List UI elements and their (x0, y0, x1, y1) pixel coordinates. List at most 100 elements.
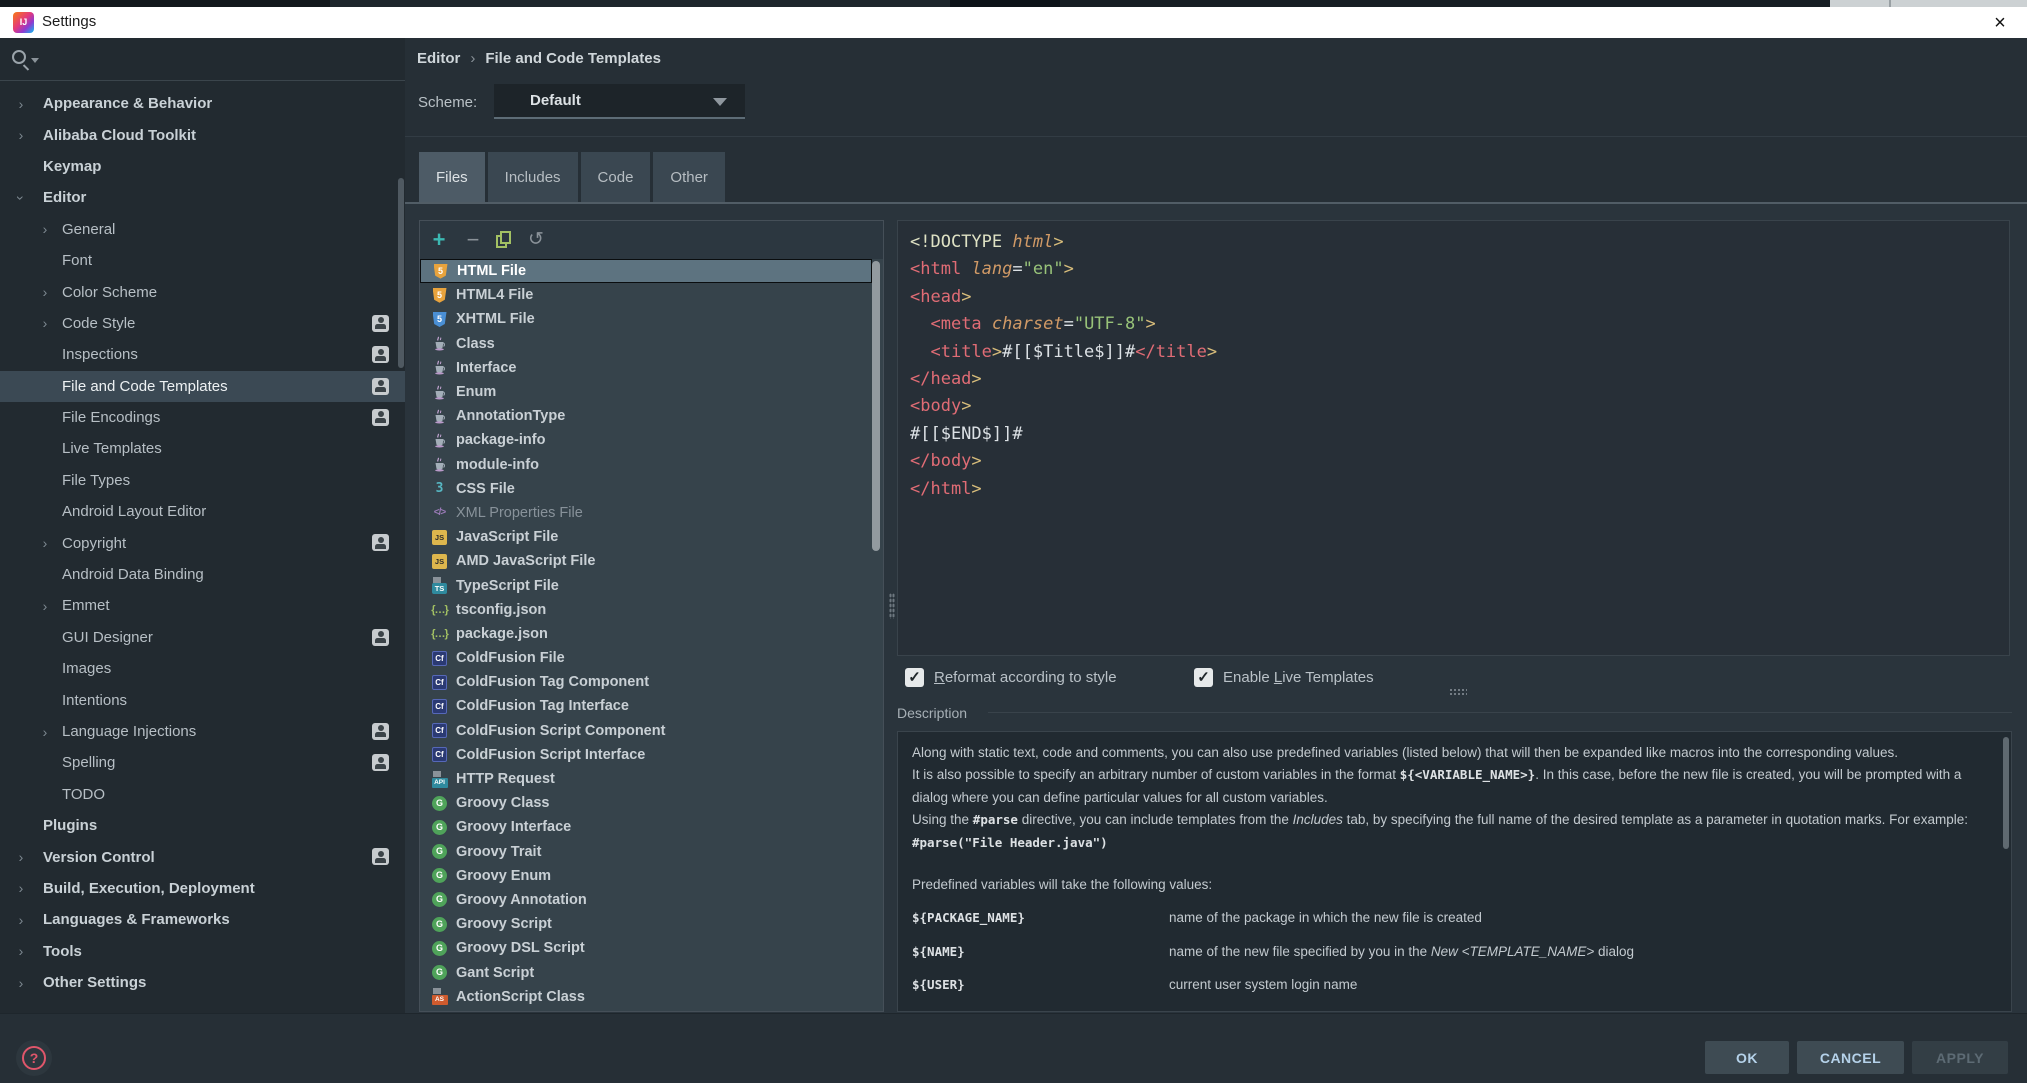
sidebar-item[interactable]: Font (0, 245, 405, 276)
remove-template-icon[interactable]: − (460, 227, 486, 253)
chevron-collapsed-icon[interactable]: › (38, 315, 52, 331)
sidebar-item[interactable]: Intentions (0, 684, 405, 715)
sidebar-item[interactable]: ›Version Control (0, 841, 405, 872)
reformat-label[interactable]: Reformat according to style (934, 669, 1117, 686)
template-item[interactable]: 5XHTML File (420, 307, 883, 331)
sidebar-item[interactable]: ›Build, Execution, Deployment (0, 873, 405, 904)
chevron-collapsed-icon[interactable]: › (14, 975, 28, 991)
sidebar-item[interactable]: ›Color Scheme (0, 276, 405, 307)
sidebar-item[interactable]: ›General (0, 214, 405, 245)
sidebar-item[interactable]: Images (0, 653, 405, 684)
template-item[interactable]: GGroovy Interface (420, 815, 883, 839)
reformat-checkbox[interactable]: ✓ (905, 668, 924, 687)
template-item[interactable]: Class (420, 332, 883, 356)
ok-button[interactable]: OK (1705, 1041, 1789, 1074)
chevron-collapsed-icon[interactable]: › (38, 724, 52, 740)
template-item[interactable]: Interface (420, 356, 883, 380)
sidebar-item[interactable]: Spelling (0, 747, 405, 778)
template-item[interactable]: CfColdFusion Tag Interface (420, 694, 883, 718)
chevron-collapsed-icon[interactable]: › (38, 598, 52, 614)
sidebar-item[interactable]: Plugins (0, 810, 405, 841)
template-item[interactable]: module-info (420, 453, 883, 477)
close-icon[interactable]: × (1987, 10, 2013, 36)
sidebar-item[interactable]: GUI Designer (0, 622, 405, 653)
chevron-collapsed-icon[interactable]: › (14, 127, 28, 143)
sidebar-item[interactable]: ›Emmet (0, 590, 405, 621)
template-item[interactable]: 5HTML File (420, 259, 872, 283)
tab-files[interactable]: Files (419, 152, 485, 202)
sidebar-item[interactable]: Live Templates (0, 433, 405, 464)
sidebar-item[interactable]: ›Appearance & Behavior (0, 88, 405, 119)
sidebar-scrollbar[interactable] (398, 178, 404, 368)
breadcrumb-item[interactable]: File and Code Templates (485, 50, 661, 67)
sidebar-item[interactable]: ›Code Style (0, 308, 405, 339)
template-item[interactable]: </>XML Properties File (420, 501, 883, 525)
splitter-grip-vertical[interactable] (889, 593, 895, 619)
live-templates-checkbox[interactable]: ✓ (1194, 668, 1213, 687)
sidebar-item[interactable]: File Types (0, 465, 405, 496)
template-item[interactable]: CfColdFusion File (420, 646, 883, 670)
chevron-collapsed-icon[interactable]: › (14, 849, 28, 865)
template-item[interactable]: GGroovy Annotation (420, 888, 883, 912)
sidebar-item[interactable]: ›Copyright (0, 527, 405, 558)
sidebar-item[interactable]: Inspections (0, 339, 405, 370)
chevron-collapsed-icon[interactable]: › (38, 221, 52, 237)
sidebar-item[interactable]: ›Language Injections (0, 716, 405, 747)
tab-code[interactable]: Code (581, 152, 651, 202)
sidebar-item[interactable]: Android Data Binding (0, 559, 405, 590)
template-item[interactable]: {…}package.json (420, 622, 883, 646)
live-templates-label[interactable]: Enable Live Templates (1223, 669, 1374, 686)
chevron-collapsed-icon[interactable]: › (38, 535, 52, 551)
template-item[interactable]: 5HTML4 File (420, 283, 883, 307)
template-item[interactable]: package-info (420, 428, 883, 452)
template-item[interactable]: {…}tsconfig.json (420, 598, 883, 622)
scheme-select[interactable]: Default (494, 84, 745, 119)
reset-template-icon[interactable]: ↺ (523, 227, 549, 253)
template-item[interactable]: TSTypeScript File (420, 573, 883, 597)
chevron-collapsed-icon[interactable]: › (14, 912, 28, 928)
sidebar-item[interactable]: File and Code Templates (0, 371, 405, 402)
template-item[interactable]: GGroovy Script (420, 912, 883, 936)
sidebar-item[interactable]: ›Languages & Frameworks (0, 904, 405, 935)
template-editor[interactable]: <!DOCTYPE html><html lang="en"><head> <m… (897, 220, 2010, 656)
template-item[interactable]: ASActionScript Class (420, 985, 883, 1009)
chevron-collapsed-icon[interactable]: › (14, 880, 28, 896)
template-list-scrollbar[interactable] (872, 261, 880, 551)
template-item[interactable]: CfColdFusion Tag Component (420, 670, 883, 694)
template-item[interactable]: GGroovy DSL Script (420, 936, 883, 960)
add-template-icon[interactable]: + (426, 227, 452, 253)
template-item[interactable]: AnnotationType (420, 404, 883, 428)
apply-button[interactable]: APPLY (1912, 1041, 2008, 1074)
template-item[interactable]: 3CSS File (420, 477, 883, 501)
template-item[interactable]: GGroovy Enum (420, 864, 883, 888)
tab-includes[interactable]: Includes (488, 152, 578, 202)
template-item[interactable]: JSJavaScript File (420, 525, 883, 549)
sidebar-item[interactable]: Keymap (0, 151, 405, 182)
template-item[interactable]: GGroovy Trait (420, 840, 883, 864)
chevron-collapsed-icon[interactable]: › (38, 284, 52, 300)
template-item[interactable]: Enum (420, 380, 883, 404)
duplicate-template-icon[interactable] (492, 227, 518, 253)
template-item[interactable]: CfColdFusion Script Interface (420, 743, 883, 767)
template-item[interactable]: JSAMD JavaScript File (420, 549, 883, 573)
chevron-collapsed-icon[interactable]: › (14, 943, 28, 959)
sidebar-item[interactable]: Android Layout Editor (0, 496, 405, 527)
tab-other[interactable]: Other (653, 152, 725, 202)
chevron-collapsed-icon[interactable]: › (14, 96, 28, 112)
template-item[interactable]: CfColdFusion Script Component (420, 719, 883, 743)
chevron-expanded-icon[interactable]: › (13, 191, 29, 205)
description-scrollbar[interactable] (2003, 737, 2009, 849)
template-item[interactable]: GGroovy Class (420, 791, 883, 815)
sidebar-item[interactable]: ›Editor (0, 182, 405, 213)
cancel-button[interactable]: CANCEL (1797, 1041, 1904, 1074)
template-item[interactable]: APIHTTP Request (420, 767, 883, 791)
template-item[interactable]: GGant Script (420, 960, 883, 984)
template-item[interactable]: ASActionScript Class with Supers (420, 1009, 883, 1011)
sidebar-item[interactable]: TODO (0, 779, 405, 810)
sidebar-item[interactable]: ›Other Settings (0, 967, 405, 998)
settings-search[interactable] (0, 38, 405, 80)
help-button[interactable]: ? (22, 1046, 46, 1070)
breadcrumb-item[interactable]: Editor (417, 50, 460, 67)
splitter-grip-horizontal[interactable] (1449, 688, 1467, 696)
sidebar-item[interactable]: File Encodings (0, 402, 405, 433)
